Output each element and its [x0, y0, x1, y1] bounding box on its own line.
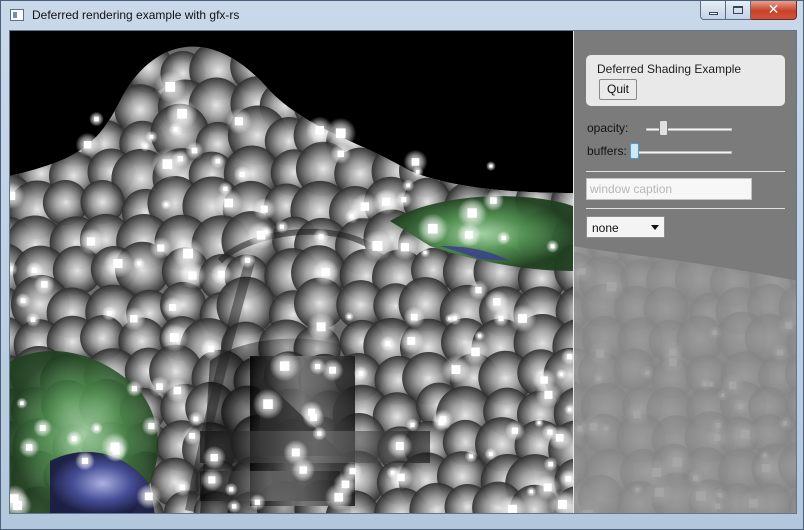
buffers-label: buffers: — [587, 144, 627, 158]
buffer-mode-dropdown[interactable]: none — [586, 216, 665, 238]
group-title: Deferred Shading Example — [597, 62, 742, 76]
quit-button[interactable]: Quit — [599, 79, 637, 100]
render-viewport[interactable]: Deferred Shading Example Quit opacity: b… — [9, 30, 797, 514]
close-icon: ✕ — [767, 2, 780, 18]
app-window: Deferred rendering example with gfx-rs ✕ — [0, 0, 804, 530]
window-title: Deferred rendering example with gfx-rs — [32, 8, 240, 22]
title-bar[interactable]: Deferred rendering example with gfx-rs ✕ — [1, 1, 803, 29]
dropdown-value: none — [592, 221, 619, 235]
close-button[interactable]: ✕ — [751, 1, 797, 20]
minimize-icon — [708, 11, 718, 15]
separator — [586, 171, 785, 172]
example-group-box: Deferred Shading Example Quit — [586, 55, 785, 106]
control-panel: Deferred Shading Example Quit opacity: b… — [573, 31, 796, 513]
window-caption-input[interactable] — [586, 178, 752, 200]
opacity-label: opacity: — [587, 121, 629, 135]
buffers-slider-thumb[interactable] — [630, 143, 639, 159]
maximize-icon — [733, 6, 743, 14]
opacity-slider-thumb[interactable] — [659, 120, 669, 136]
maximize-button[interactable] — [726, 1, 751, 20]
window-controls: ✕ — [700, 1, 797, 21]
buffers-slider-track[interactable] — [632, 151, 732, 154]
app-window-icon[interactable] — [10, 9, 24, 21]
chevron-down-icon — [651, 225, 659, 230]
minimize-button[interactable] — [700, 1, 726, 20]
separator — [586, 208, 785, 209]
